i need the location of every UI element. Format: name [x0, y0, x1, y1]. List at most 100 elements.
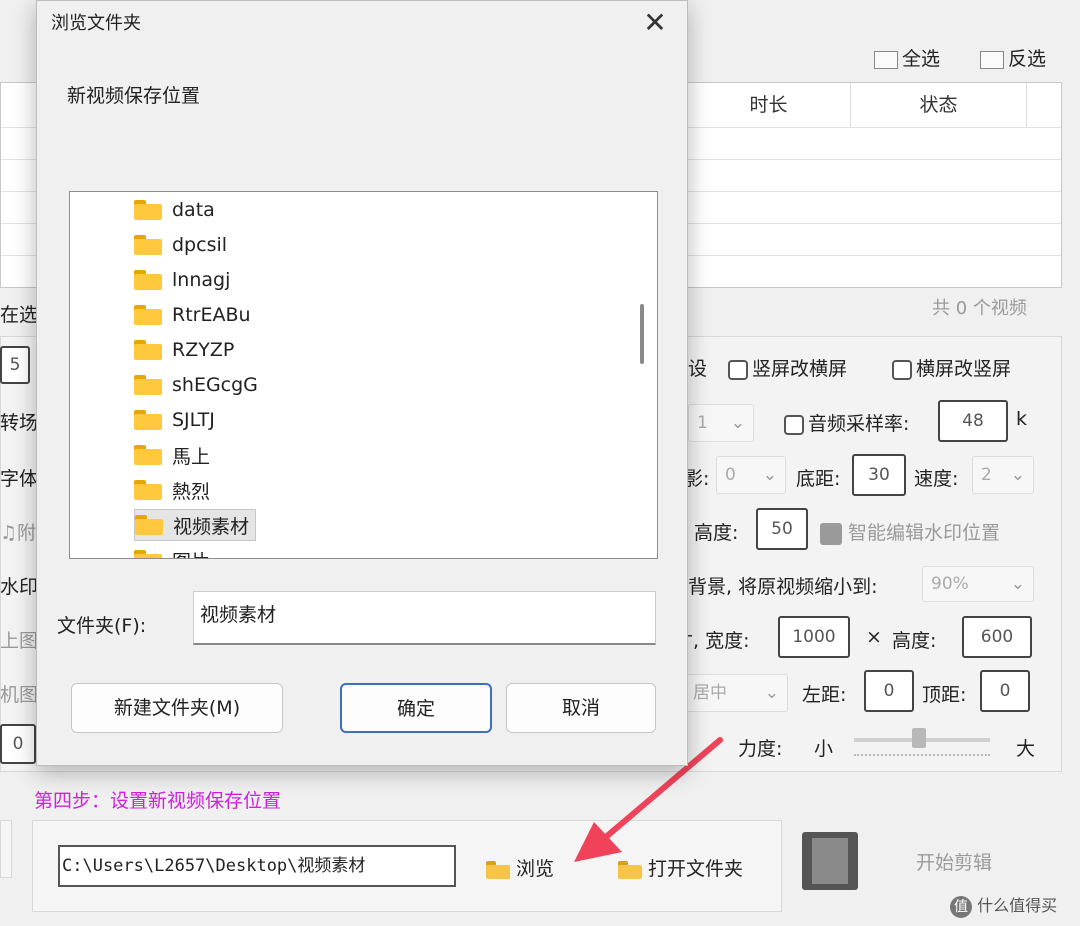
- folder-tree-item-label: RtrEABu: [172, 304, 251, 326]
- folder-tree-item-label: 图片: [172, 547, 210, 559]
- portrait-to-landscape-checkbox[interactable]: 竖屏改横屏: [728, 354, 847, 381]
- chevron-down-icon: ⌄: [730, 413, 745, 433]
- left-label-5: 水印: [0, 576, 39, 598]
- left-label-4-text: 附: [17, 522, 37, 544]
- tree-scrollbar[interactable]: [627, 192, 657, 558]
- left-margin-label: 左距:: [802, 684, 847, 706]
- chevron-down-icon: ⌄: [764, 683, 779, 703]
- strength-large: 大: [1016, 738, 1036, 760]
- folder-name-input[interactable]: 视频素材: [193, 591, 656, 645]
- film-icon: [802, 832, 858, 890]
- page-icon: [980, 50, 1004, 69]
- scale-value: 90%: [931, 574, 969, 594]
- slider-ticks: [854, 754, 990, 758]
- checkbox-box: [728, 359, 748, 380]
- smart-watermark-button[interactable]: 智能编辑水印位置: [820, 518, 1000, 545]
- folder-tree-item[interactable]: 熱烈: [134, 474, 216, 506]
- background-label: 背景, 将原视频缩小到:: [688, 576, 878, 598]
- col-header-duration[interactable]: 时长: [687, 83, 851, 127]
- checkbox-box: [892, 359, 912, 380]
- scrollbar-thumb[interactable]: [640, 304, 644, 364]
- chevron-down-icon: ⌄: [1010, 574, 1025, 594]
- chevron-down-icon: ⌄: [762, 465, 777, 485]
- page-icon: [874, 50, 898, 69]
- folder-icon: [134, 445, 162, 465]
- speed-combo[interactable]: 2 ⌄: [972, 456, 1034, 494]
- height-label: 高度:: [694, 522, 739, 544]
- strength-slider-thumb[interactable]: [912, 728, 926, 748]
- folder-icon: [134, 480, 162, 500]
- folder-tree-item[interactable]: 馬上: [134, 439, 216, 471]
- folder-tree-item[interactable]: data: [134, 194, 221, 226]
- speed-value: 2: [981, 465, 992, 485]
- close-icon[interactable]: ✕: [637, 5, 673, 41]
- folder-tree-item[interactable]: 视频素材: [134, 509, 257, 541]
- shadow-combo[interactable]: 0 ⌄: [716, 456, 786, 494]
- left-input-2[interactable]: 0: [0, 724, 36, 764]
- folder-tree-item-label: 熱烈: [172, 480, 211, 503]
- left-input-1[interactable]: 5: [0, 346, 30, 384]
- invert-select-button[interactable]: 反选: [980, 44, 1046, 71]
- select-all-label: 全选: [902, 48, 941, 70]
- select-all-button[interactable]: 全选: [874, 44, 940, 71]
- audio-sample-label: 音频采样率:: [808, 413, 910, 435]
- audio-sample-checkbox[interactable]: 音频采样率:: [784, 409, 909, 436]
- left-label-2: 转场: [0, 412, 39, 434]
- folder-tree-item-label: data: [172, 199, 215, 221]
- top-margin-input[interactable]: 0: [980, 670, 1030, 712]
- folder-tree-item[interactable]: lnnagj: [134, 264, 236, 296]
- height-input[interactable]: 50: [756, 508, 808, 550]
- folder-tree-item-label: lnnagj: [172, 269, 231, 291]
- folder-tree-item[interactable]: shEGcgG: [134, 369, 264, 401]
- folder-tree[interactable]: data dpcsil lnnagj RtrEABu RZYZP shEGcgG SJLTJ…: [69, 191, 658, 559]
- folder-icon: [134, 200, 162, 220]
- landscape-to-portrait-label: 横屏改竖屏: [916, 358, 1012, 380]
- audio-sample-input[interactable]: 48: [938, 400, 1008, 442]
- save-path-input[interactable]: C:\Users\L2657\Desktop\视频素材: [58, 845, 456, 887]
- start-edit-button[interactable]: 开始剪辑: [916, 848, 992, 875]
- speed-label: 速度:: [914, 468, 959, 490]
- folder-tree-item-label: 馬上: [172, 445, 211, 468]
- col-header-status[interactable]: 状态: [851, 83, 1027, 127]
- portrait-to-landscape-label: 竖屏改横屏: [752, 358, 848, 380]
- bottom-margin-input[interactable]: 30: [852, 454, 906, 496]
- folder-tree-item[interactable]: dpcsil: [134, 229, 233, 261]
- combo-1[interactable]: 1 ⌄: [688, 404, 754, 442]
- folder-tree-item-label: shEGcgG: [172, 374, 258, 396]
- invert-select-label: 反选: [1008, 48, 1047, 70]
- setting-frag-1: 设: [688, 358, 708, 380]
- dialog-title: 浏览文件夹: [51, 13, 141, 34]
- folder-tree-item[interactable]: 图片: [134, 544, 216, 559]
- left-edge-box: [0, 820, 12, 878]
- folder-tree-item[interactable]: RZYZP: [134, 334, 240, 366]
- align-combo[interactable]: 居中 ⌄: [684, 674, 788, 712]
- step4-label: 第四步：设置新视频保存位置: [34, 790, 282, 812]
- landscape-to-portrait-checkbox[interactable]: 横屏改竖屏: [892, 354, 1011, 381]
- left-label-7: 机图: [0, 684, 39, 706]
- folder-tree-item[interactable]: RtrEABu: [134, 299, 257, 331]
- folder-icon: [134, 550, 162, 558]
- folder-icon: [134, 305, 162, 325]
- folder-icon: [134, 375, 162, 395]
- top-margin-label: 顶距:: [922, 684, 967, 706]
- dialog-description: 新视频保存位置: [67, 85, 201, 107]
- folder-icon: [134, 270, 162, 290]
- new-folder-button[interactable]: 新建文件夹(M): [71, 683, 283, 733]
- folder-icon: [134, 340, 162, 360]
- smart-watermark-label: 智能编辑水印位置: [848, 522, 1001, 544]
- folder-tree-item[interactable]: SJLTJ: [134, 404, 221, 436]
- folder-tree-item-label: RZYZP: [172, 339, 235, 361]
- site-watermark-text: 什么值得买: [977, 896, 1058, 915]
- site-watermark: 值 什么值得买: [950, 892, 1057, 918]
- width-input[interactable]: 1000: [778, 616, 850, 658]
- video-count: 共 0 个视频: [932, 298, 1027, 319]
- align-value: 居中: [693, 683, 727, 703]
- height2-input[interactable]: 600: [962, 616, 1032, 658]
- scale-combo[interactable]: 90% ⌄: [922, 566, 1034, 602]
- cancel-button[interactable]: 取消: [506, 683, 656, 733]
- ok-button[interactable]: 确定: [340, 683, 492, 733]
- browse-button[interactable]: 浏览: [486, 854, 554, 881]
- combo-1-value: 1: [697, 413, 708, 433]
- left-margin-input[interactable]: 0: [864, 670, 914, 712]
- folder-field-label: 文件夹(F):: [57, 615, 147, 637]
